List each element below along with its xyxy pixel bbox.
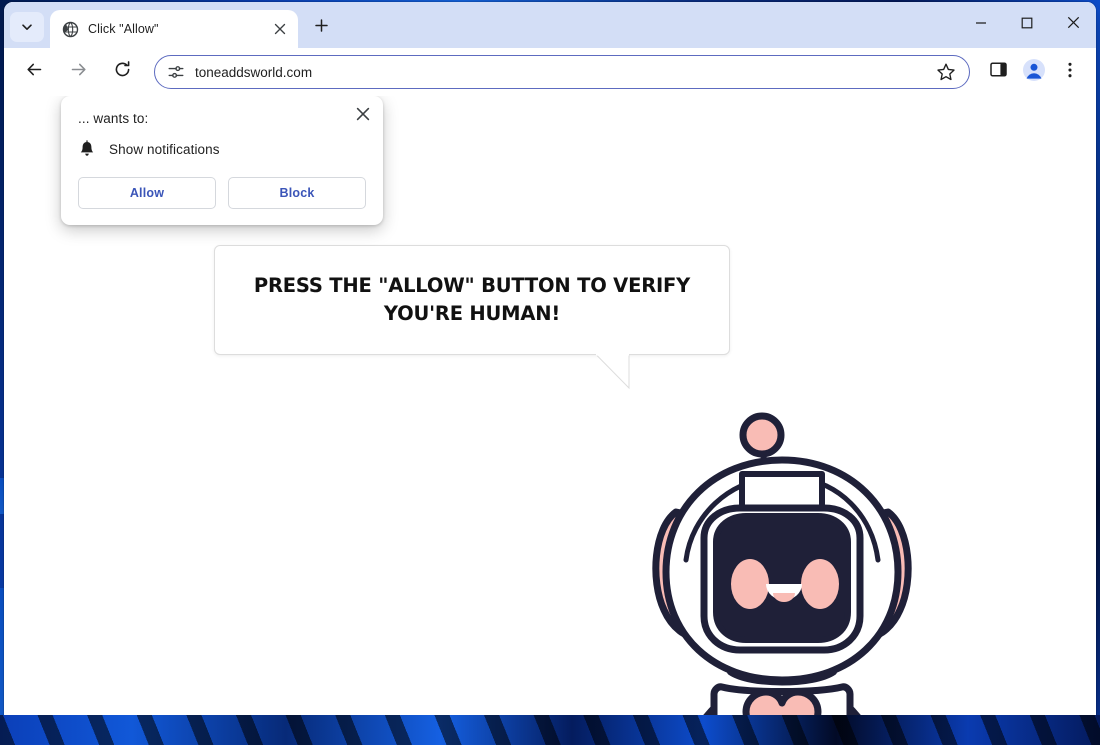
window-controls [958,2,1096,48]
speech-bubble-tail [595,353,636,394]
browser-menu-button[interactable] [1054,56,1086,88]
globe-icon [62,21,79,38]
minimize-button[interactable] [958,2,1004,48]
back-button[interactable] [17,55,51,89]
tab-search-button[interactable] [10,12,44,42]
side-panel-icon [989,60,1008,84]
robot-mascot-icon [642,312,922,732]
close-icon[interactable] [270,19,290,39]
minimize-icon [975,16,987,34]
arrow-right-icon [69,60,88,84]
reload-button[interactable] [105,55,139,89]
dialog-buttons: Allow Block [78,177,366,209]
permission-row: Show notifications [78,140,366,158]
desktop-background: Click "Allow" toneaddsworld.com PRESS TH… [0,0,1100,745]
allow-button[interactable]: Allow [78,177,216,209]
forward-button[interactable] [61,55,95,89]
chevron-down-icon [20,20,34,34]
address-bar-url: toneaddsworld.com [195,64,313,80]
close-window-button[interactable] [1050,2,1096,48]
tab-title: Click "Allow" [88,22,159,36]
reload-icon [113,60,132,84]
maximize-icon [1021,16,1033,34]
profile-button[interactable] [1018,56,1050,88]
browser-tab[interactable]: Click "Allow" [50,10,298,48]
dialog-title: ... wants to: [78,111,149,126]
page-viewport: PRESS THE "ALLOW" BUTTON TO VERIFY YOU'R… [4,96,1096,732]
plus-icon [314,18,329,38]
close-icon [1067,16,1080,34]
three-dot-menu-icon [1061,61,1079,84]
block-button[interactable]: Block [228,177,366,209]
maximize-button[interactable] [1004,2,1050,48]
close-icon [356,107,370,126]
bell-icon [78,140,96,158]
arrow-left-icon [25,60,44,84]
new-tab-button[interactable] [306,13,336,43]
permission-label: Show notifications [109,141,220,157]
address-bar[interactable]: toneaddsworld.com [154,55,970,89]
tune-sliders-icon[interactable] [167,63,185,81]
close-dialog-button[interactable] [351,104,375,128]
side-panel-button[interactable] [982,56,1014,88]
account-avatar-icon [1022,58,1046,87]
browser-toolbar: toneaddsworld.com [4,48,1096,96]
notification-permission-dialog: ... wants to: Show notifications Allow B… [61,96,383,225]
browser-window: Click "Allow" toneaddsworld.com PRESS TH… [4,2,1096,732]
star-icon[interactable] [935,61,957,83]
tab-strip: Click "Allow" [4,2,1096,48]
